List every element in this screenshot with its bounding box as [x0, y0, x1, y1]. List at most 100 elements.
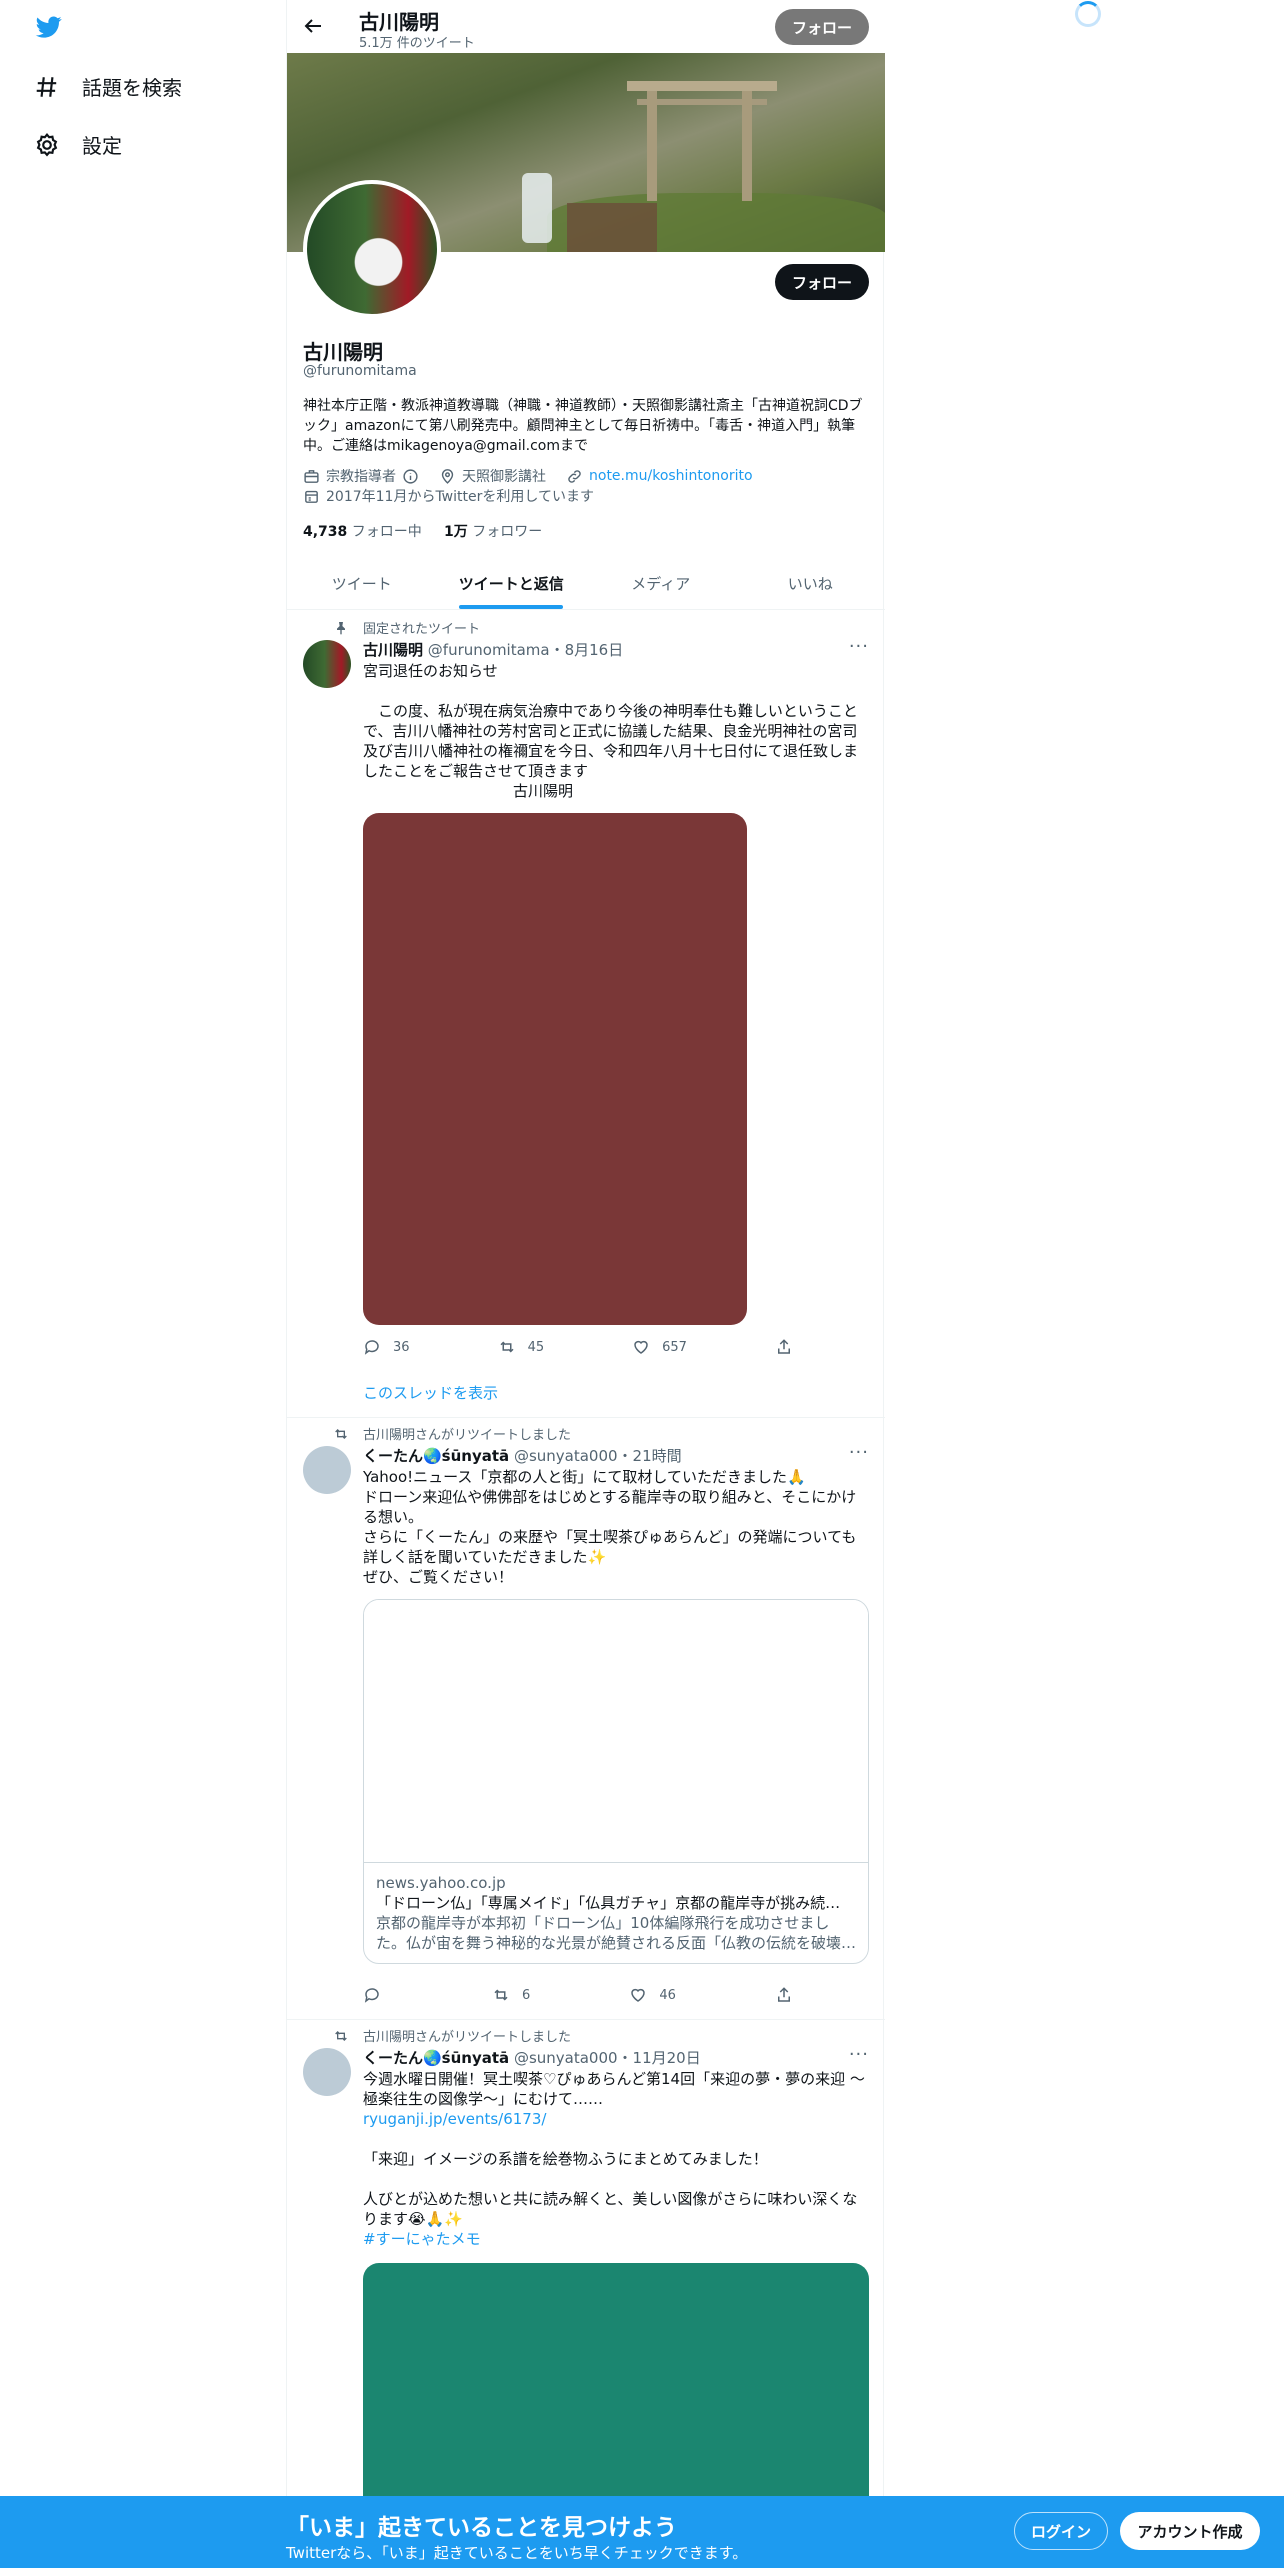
tweet-context: 古川陽明さんがリツイートしました [335, 1424, 572, 1443]
profile-column: 古川陽明 5.1万 件のツイート フォロー フォロー 古川陽明 @furunom… [286, 0, 885, 2568]
following-count: 4,738 [303, 524, 348, 540]
profile-name: 古川陽明 [303, 340, 383, 364]
tweet-actions: 36 45 657 [363, 1338, 793, 1356]
follow-button[interactable]: フォロー [775, 264, 869, 300]
tweet-header: くーたん🌏śūnyatā @sunyata000・21時間 [363, 1445, 682, 1466]
twitter-logo-icon[interactable] [34, 14, 64, 40]
profile-handle: @furunomitama [303, 363, 417, 379]
tweet-author-name[interactable]: 古川陽明 [363, 641, 423, 659]
tab-tweets-and-replies[interactable]: ツイートと返信 [437, 557, 587, 609]
like-button[interactable]: 46 [629, 1986, 676, 2004]
nav-settings-label: 設定 [82, 134, 122, 158]
header-tweet-count: 5.1万 件のツイート [359, 36, 475, 51]
show-thread-link[interactable]: このスレッドを表示 [363, 1382, 498, 1403]
tweet-avatar[interactable] [303, 1446, 351, 1494]
briefcase-icon [304, 469, 319, 483]
reply-count: 36 [393, 1339, 410, 1355]
tweet-avatar[interactable] [303, 2048, 351, 2096]
retweet-icon [335, 1428, 347, 1439]
tweet-avatar[interactable] [303, 640, 351, 688]
tweet-text: Yahoo!ニュース「京都の人と街」にて取材していただきました🙏 ドローン来迎仏… [363, 1468, 857, 1586]
tweet-context-label: 固定されたツイート [363, 622, 481, 637]
tab-tweets[interactable]: ツイート [287, 557, 437, 609]
profile-avatar[interactable] [303, 180, 441, 318]
tweet-hashtag[interactable]: #すーにゃたメモ [363, 2229, 869, 2249]
header-name: 古川陽明 [359, 10, 439, 34]
like-count: 657 [662, 1339, 687, 1355]
retweet-icon [500, 1341, 514, 1353]
like-count: 46 [659, 1987, 676, 2003]
following-link[interactable]: 4,738 フォロー中 [303, 524, 422, 540]
profile-tabs: ツイート ツイートと返信 メディア いいね [287, 557, 885, 610]
tweet-context-label: 古川陽明さんがリツイートしました [363, 1428, 572, 1443]
followers-link[interactable]: 1万 フォロワー [444, 524, 542, 540]
profile-stats: 4,738 フォロー中 1万 フォロワー [303, 521, 542, 541]
retweet-count: 6 [522, 1987, 531, 2003]
tweet-author-name[interactable]: くーたん🌏śūnyatā [363, 2049, 509, 2067]
tweet-media-image[interactable] [363, 813, 747, 1325]
calendar-icon [305, 490, 318, 503]
link-card-description: 京都の龍岸寺が本邦初「ドローン仏」10体編隊飛行を成功させました。仏が宙を舞う神… [376, 1914, 857, 1952]
retweet-count: 45 [527, 1339, 545, 1355]
followers-count: 1万 [444, 524, 468, 540]
info-icon[interactable] [402, 468, 419, 485]
reply-button[interactable]: 36 [363, 1338, 410, 1356]
profile-header-bar: 古川陽明 5.1万 件のツイート フォロー [287, 0, 885, 53]
tweet-handle-time[interactable]: @furunomitama・8月16日 [428, 641, 623, 659]
tweet-author-name[interactable]: くーたん🌏śūnyatā [363, 1447, 509, 1465]
share-button[interactable] [775, 1338, 793, 1356]
profile-meta-row: 宗教指導者 天照御影講社 note.mu/koshintonorito [303, 466, 753, 486]
followers-label: フォロワー [472, 524, 543, 540]
tweet-pinned[interactable]: 固定されたツイート 古川陽明 @furunomitama・8月16日 ··· 宮… [287, 610, 885, 1418]
tweet-header: くーたん🌏śūnyatā @sunyata000・11月20日 [363, 2047, 701, 2068]
tweet-handle-time[interactable]: @sunyata000・11月20日 [514, 2049, 701, 2067]
following-label: フォロー中 [351, 524, 422, 540]
share-button[interactable] [775, 1986, 793, 2004]
retweet-icon [494, 1989, 508, 2001]
profile-link[interactable]: note.mu/koshintonorito [589, 468, 753, 484]
tweet-context: 固定されたツイート [337, 618, 481, 637]
reply-icon [364, 1340, 379, 1355]
profile-joined: 2017年11月からTwitterを利用しています [326, 489, 594, 505]
tweet-context: 古川陽明さんがリツイートしました [335, 2026, 572, 2045]
loading-spinner-icon [1075, 1, 1101, 27]
link-card-image [364, 1600, 868, 1863]
nav-explore[interactable]: 話題を検索 [34, 72, 182, 101]
profile-location: 天照御影講社 [462, 469, 546, 485]
nav-settings[interactable]: 設定 [34, 130, 122, 159]
tab-likes[interactable]: いいね [736, 557, 886, 609]
retweet-button[interactable]: 6 [492, 1986, 530, 2004]
profile-category: 宗教指導者 [326, 469, 396, 485]
gear-icon [36, 132, 58, 157]
tweet-context-label: 古川陽明さんがリツイートしました [363, 2030, 572, 2045]
share-icon [777, 1339, 790, 1354]
signup-banner: 「いま」起きていることを見つけよう Twitterなら、「いま」起きていることを… [0, 2496, 1284, 2568]
share-icon [777, 1987, 790, 2002]
pin-icon [337, 621, 345, 635]
link-card[interactable]: news.yahoo.co.jp 「ドローン仏」「専属メイド」「仏具ガチャ」京都… [363, 1599, 869, 1964]
tweet-retweet-1[interactable]: 古川陽明さんがリツイートしました くーたん🌏śūnyatā @sunyata00… [287, 1418, 885, 2020]
tweet-handle-time[interactable]: @sunyata000・21時間 [514, 1447, 682, 1465]
signup-button[interactable]: アカウント作成 [1120, 2512, 1260, 2550]
heart-icon [634, 1340, 648, 1354]
hashtag-icon [36, 76, 57, 97]
like-button[interactable]: 657 [632, 1338, 687, 1356]
login-button[interactable]: ログイン [1014, 2512, 1108, 2550]
tweet-header: 古川陽明 @furunomitama・8月16日 [363, 639, 623, 660]
retweet-icon [335, 2030, 347, 2041]
reply-button[interactable] [363, 1986, 393, 2004]
tweet-more-icon[interactable]: ··· [849, 2044, 869, 2065]
tweet-more-icon[interactable]: ··· [849, 636, 869, 657]
header-follow-button[interactable]: フォロー [775, 9, 869, 45]
tweet-text-a: 今週水曜日開催！冥土喫茶♡ぴゅあらんど第14回「来迎の夢・夢の来迎 〜極楽往生の… [363, 2070, 865, 2108]
retweet-button[interactable]: 45 [498, 1338, 545, 1356]
tweet-more-icon[interactable]: ··· [849, 1442, 869, 1463]
profile-bio: 神社本庁正階・教派神道教導職（神職・神道教師）・天照御影講社斎主「古神道祝詞CD… [303, 398, 863, 454]
back-arrow-icon[interactable] [301, 14, 325, 38]
tweet-retweet-2[interactable]: 古川陽明さんがリツイートしました くーたん🌏śūnyatā @sunyata00… [287, 2020, 885, 2568]
reply-icon [364, 1988, 379, 2003]
tab-media[interactable]: メディア [586, 557, 736, 609]
tweet-text-b: 「来迎」イメージの系譜を絵巻物ふうにまとめてみました！ 人びとが込めた想いと共に… [363, 2150, 858, 2228]
profile-joined-row: 2017年11月からTwitterを利用しています [303, 486, 594, 506]
tweet-link[interactable]: ryuganji.jp/events/6173/ [363, 2109, 869, 2129]
